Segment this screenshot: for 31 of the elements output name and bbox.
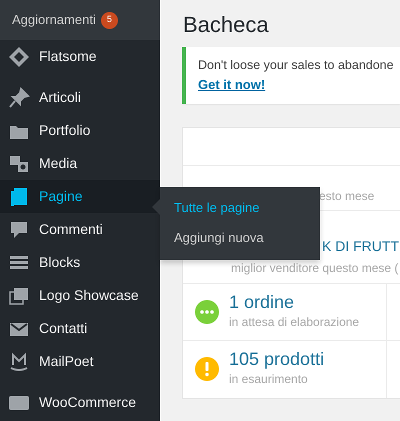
status-caption: in attesa di elaborazione: [229, 314, 360, 331]
ellipsis-icon: [195, 300, 219, 324]
notice-text: Don't loose your sales to abandone: [198, 57, 395, 74]
menu-item[interactable]: Contatti: [0, 312, 160, 345]
menu-item[interactable]: Commenti: [0, 213, 160, 246]
caption-text: miglior venditore questo mese (: [231, 260, 400, 278]
status-value-link[interactable]: 105 prodotti: [229, 350, 324, 370]
menu-item[interactable]: Flatsome: [0, 40, 160, 73]
menu-item[interactable]: Blocks: [0, 246, 160, 279]
pin-icon: [8, 86, 30, 108]
caption-text: esto mese: [319, 188, 374, 205]
page-title: Bacheca: [183, 12, 270, 38]
status-caption: in esaurimento: [229, 371, 309, 388]
menu-item[interactable]: Media: [0, 147, 160, 180]
menu-item[interactable]: Articoli: [0, 81, 160, 114]
get-it-link[interactable]: Get it now!: [198, 77, 266, 92]
menu-item[interactable]: Logo Showcase: [0, 279, 160, 312]
best-seller-link[interactable]: K DI FRUTT: [322, 238, 399, 254]
submenu-item[interactable]: Aggiungi nuova: [160, 222, 320, 252]
m-logo-icon: [8, 350, 30, 372]
update-count-badge: 5: [100, 12, 118, 28]
menu-item[interactable]: Portfolio: [0, 114, 160, 147]
submenu-item[interactable]: Tutte le pagine: [160, 193, 320, 222]
flatsome-logo-icon: [8, 46, 30, 68]
menu-item[interactable]: WooCommerce: [0, 386, 160, 419]
menu-item[interactable]: MailPoet: [0, 345, 160, 378]
exclamation-icon: [195, 357, 219, 382]
menu-item[interactable]: Pagine: [0, 180, 160, 213]
updates-link[interactable]: Aggiornamenti: [12, 10, 96, 30]
status-value-link[interactable]: 1 ordine: [229, 292, 360, 313]
pages-icon: [8, 186, 30, 208]
